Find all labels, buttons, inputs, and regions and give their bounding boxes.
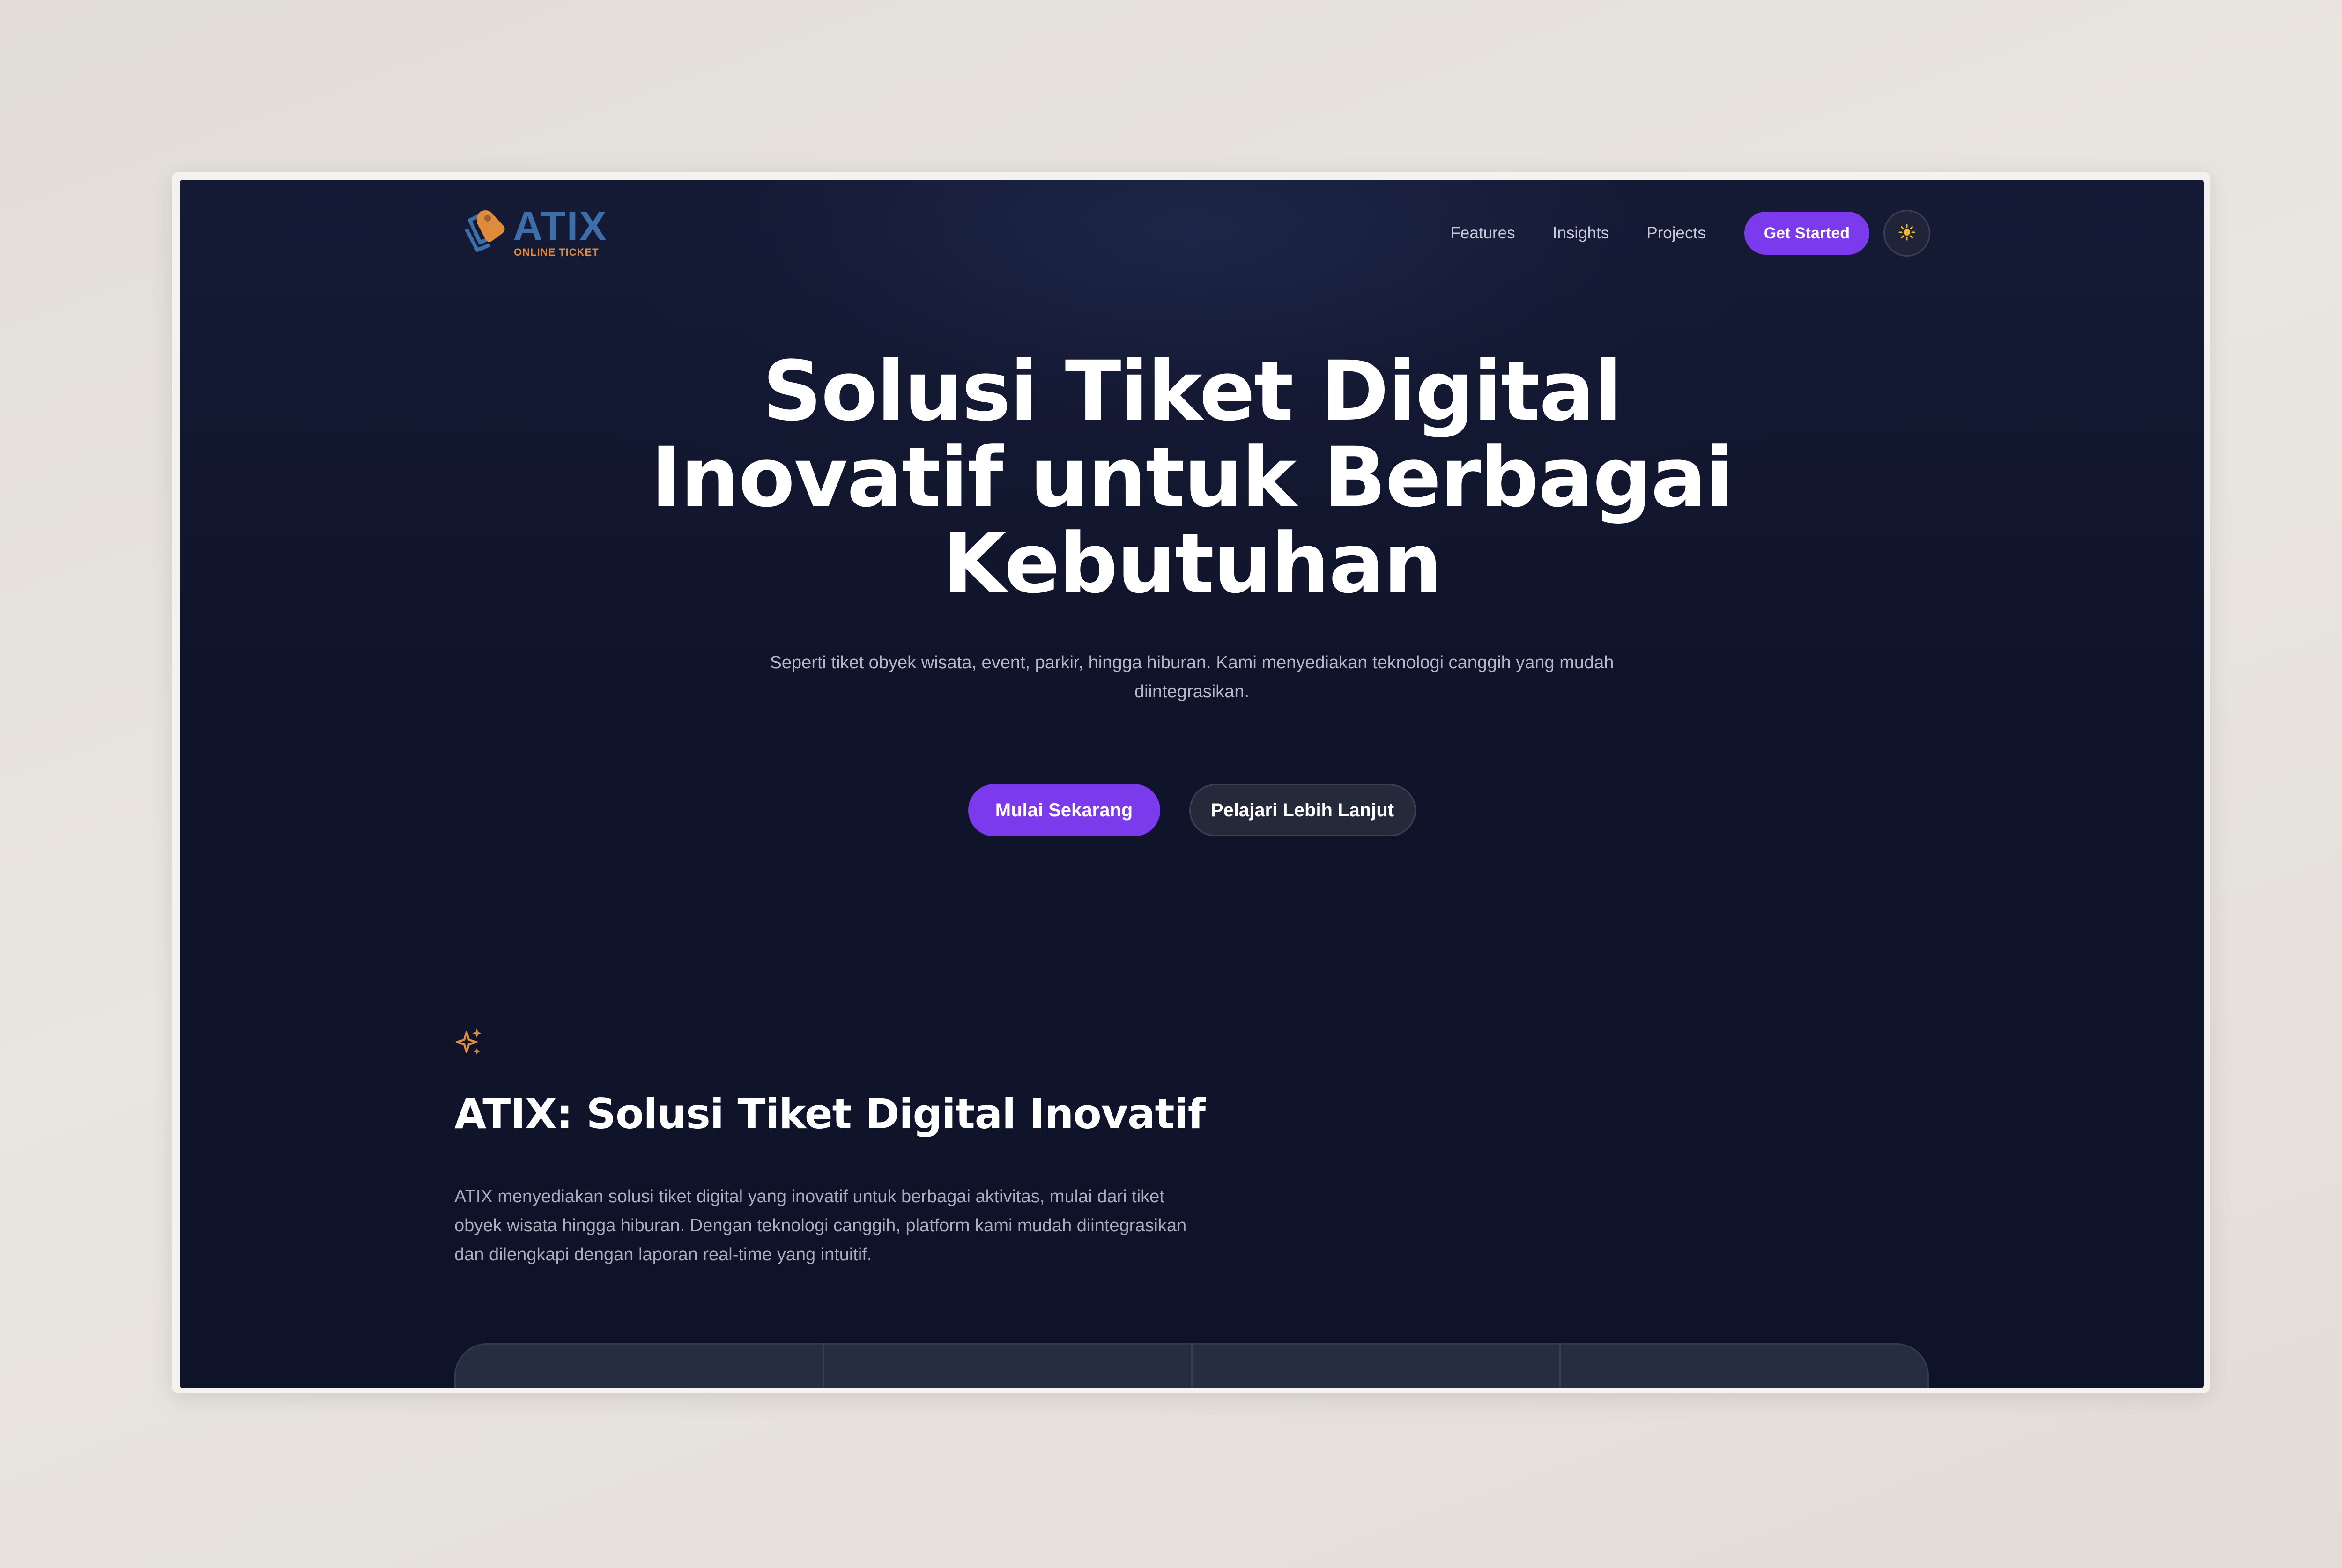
hero-title-line-3: Kebutuhan [942, 516, 1442, 612]
about-description: ATIX menyediakan solusi tiket digital ya… [454, 1187, 1187, 1265]
brand-tagline: ONLINE TICKET [514, 246, 599, 258]
hero-actions: Mulai Sekarang Pelajari Lebih Lanjut [180, 784, 2204, 836]
start-now-button[interactable]: Mulai Sekarang [968, 784, 1160, 836]
nav-link-insights[interactable]: Insights [1553, 224, 1609, 243]
hero-title: Solusi Tiket Digital Inovatif untuk Berb… [180, 348, 2204, 607]
feature-card[interactable] [1192, 1345, 1561, 1388]
sparkles-icon [454, 1028, 483, 1057]
learn-more-button[interactable]: Pelajari Lebih Lanjut [1189, 784, 1416, 836]
hero-title-line-1: Solusi Tiket Digital [762, 343, 1622, 439]
feature-cards [454, 1343, 1929, 1388]
sun-icon [1898, 224, 1915, 243]
nav-link-projects[interactable]: Projects [1646, 224, 1705, 243]
brand-name: ATIX [513, 203, 608, 249]
nav-menu: Features Insights Projects Get Started [1451, 210, 2204, 257]
get-started-button[interactable]: Get Started [1744, 212, 1869, 255]
feature-card[interactable] [824, 1345, 1193, 1388]
hero-subtitle: Seperti tiket obyek wisata, event, parki… [770, 653, 1614, 702]
top-navbar: ATIX ONLINE TICKET Features Insights Pro… [180, 180, 2204, 288]
brand-logo[interactable]: ATIX ONLINE TICKET [463, 203, 608, 259]
feature-card[interactable] [456, 1345, 824, 1388]
page-viewport: ATIX ONLINE TICKET Features Insights Pro… [180, 180, 2204, 1388]
about-title: ATIX: Solusi Tiket Digital Inovatif [454, 1090, 1206, 1138]
theme-toggle-button[interactable] [1883, 210, 1930, 257]
hero-title-line-2: Inovatif untuk Berbagai [651, 429, 1734, 525]
ticket-logo-icon [463, 207, 508, 259]
nav-link-features[interactable]: Features [1451, 224, 1515, 243]
feature-card[interactable] [1560, 1345, 1927, 1388]
